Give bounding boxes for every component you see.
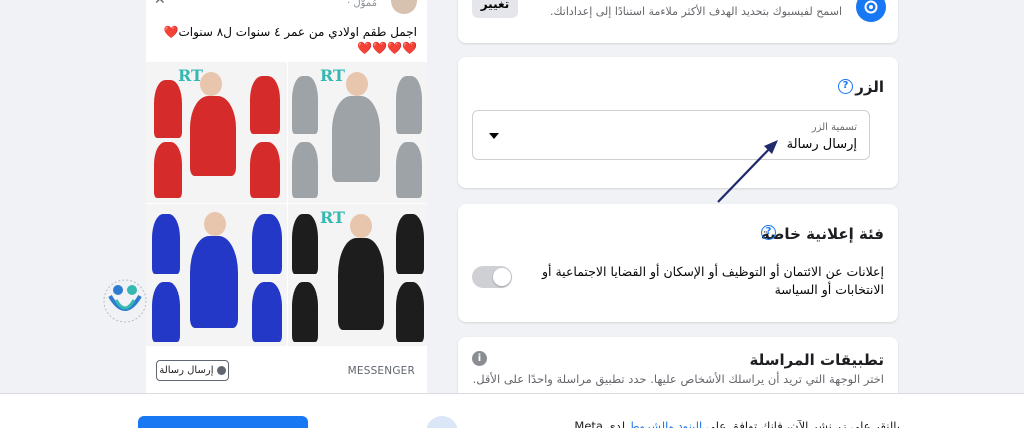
special-category-section: فئة إعلانية خاصة ? إعلانات عن الائتمان أ… [458,204,898,322]
special-category-title: فئة إعلانية خاصة [760,225,884,243]
button-section: الزر ? تسمية الزر إرسال رسالة [458,57,898,188]
send-message-label: إرسال رسالة [159,365,214,376]
toggle-knob [493,268,511,286]
floating-brand-logo-icon [102,278,148,324]
photo-black-outfit[interactable]: RT [288,204,428,346]
help-icon[interactable]: ? [761,225,776,240]
ad-preview: ✕ مُموّل · اجمل طقم اولادي من عمر ٤ سنوا… [146,0,428,393]
change-goal-button[interactable]: تغيير [472,0,518,18]
chevron-down-icon [489,133,499,139]
button-section-title: الزر [855,78,884,96]
button-label-select[interactable]: تسمية الزر إرسال رسالة [472,110,870,160]
select-label: تسمية الزر [811,122,857,133]
photo-red-outfit[interactable]: RT [146,62,287,203]
messaging-apps-title: تطبيقات المراسلة [749,351,885,369]
goal-card: تغيير اسمح لفيسبوك بتحديد الهدف الأكثر م… [458,0,898,43]
cta-source: MESSENGER [347,365,415,377]
help-icon[interactable]: ? [838,79,853,94]
annotation-arrow [717,140,778,203]
messaging-apps-subtitle: اختر الوجهة التي تريد أن يراسلك الأشخاص … [472,372,884,386]
terms-link[interactable]: البنود والشروط [629,419,702,428]
close-icon[interactable]: ✕ [154,0,166,8]
messenger-icon [216,365,226,375]
publish-button[interactable] [138,416,308,428]
avatar [426,416,458,428]
photo-gray-outfit[interactable]: RT [288,62,428,203]
brand-watermark: RT [320,66,345,85]
goal-description: اسمح لفيسبوك بتحديد الهدف الأكثر ملاءمة … [550,5,842,18]
photo-grid: RT RT RT [146,62,428,346]
special-category-toggle[interactable] [472,266,512,288]
terms-text: بالنقر على زر نشر الآن، فإنك توافق على ا… [574,419,900,428]
goal-icon [856,0,886,22]
special-category-text: إعلانات عن الائتمان أو التوظيف أو الإسكا… [541,264,884,297]
info-icon[interactable]: i [472,351,487,366]
bottom-bar: بالنقر على زر نشر الآن، فإنك توافق على ا… [0,393,1024,428]
sponsored-label: مُموّل · [347,0,377,9]
photo-blue-outfit[interactable] [146,204,287,346]
brand-watermark: RT [178,66,203,85]
send-message-button[interactable]: إرسال رسالة [156,360,229,381]
post-text: اجمل طقم اولادي من عمر ٤ سنوات ل٨ سنوات❤… [163,25,417,55]
avatar [391,0,417,14]
brand-watermark: RT [320,208,345,227]
select-value: إرسال رسالة [786,137,857,152]
